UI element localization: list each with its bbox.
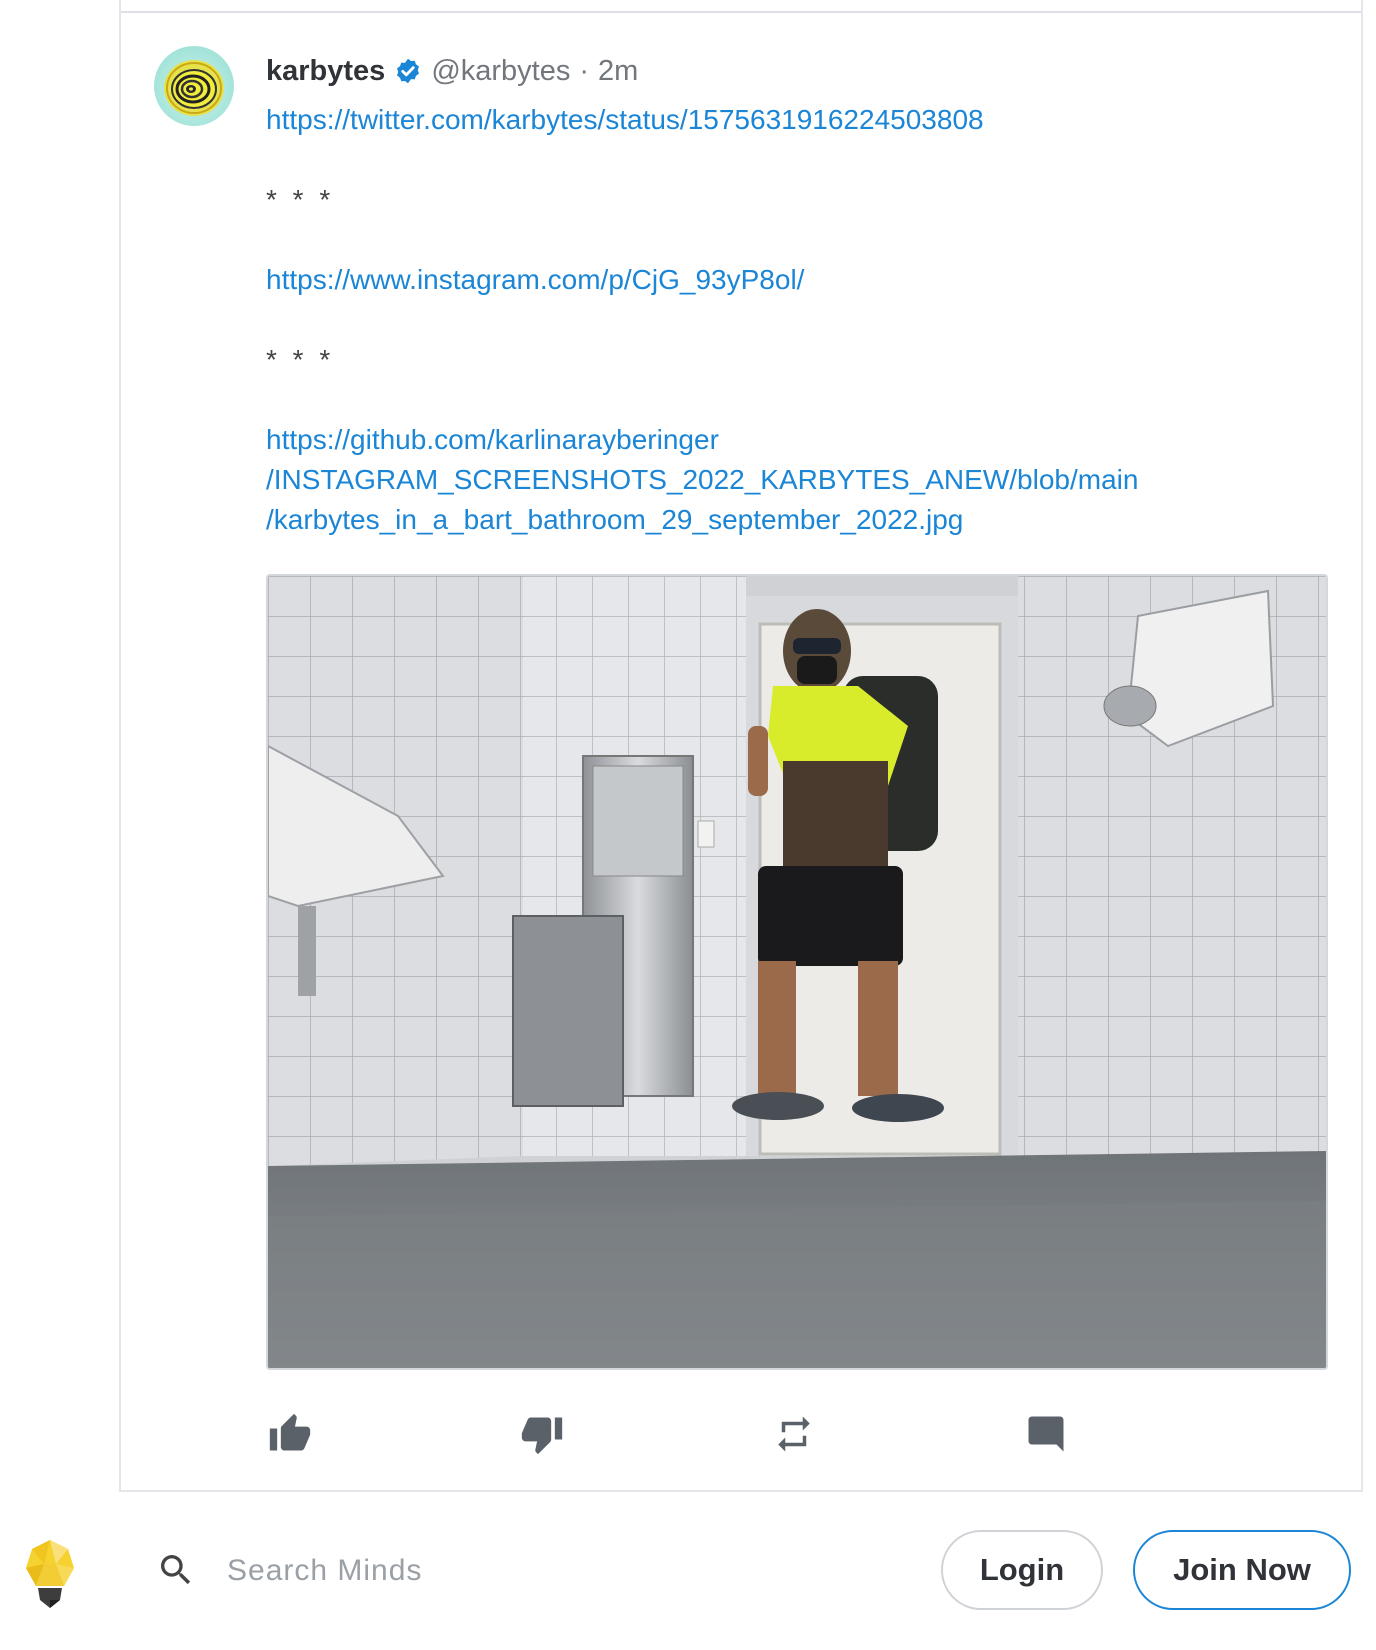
search-icon[interactable] xyxy=(156,1550,196,1595)
post-timestamp[interactable]: 2m xyxy=(598,55,638,88)
post-actions xyxy=(266,1410,1106,1458)
avatar-spiral-image xyxy=(164,60,224,116)
author-avatar[interactable] xyxy=(154,46,234,126)
right-sidebar-edge xyxy=(1361,0,1376,1650)
post-image[interactable] xyxy=(266,574,1328,1370)
remind-button[interactable] xyxy=(770,1410,818,1458)
post-meta: karbytes @karbytes · 2m xyxy=(266,51,638,91)
author-name[interactable]: karbytes xyxy=(266,55,385,88)
comment-button[interactable] xyxy=(1022,1410,1070,1458)
dislike-button[interactable] xyxy=(518,1410,566,1458)
link-twitter-status[interactable]: https://twitter.com/karbytes/status/1575… xyxy=(266,100,1226,140)
post-body: https://twitter.com/karbytes/status/1575… xyxy=(266,100,1226,540)
link-github-line-2[interactable]: /INSTAGRAM_SCREENSHOTS_2022_KARBYTES_ANE… xyxy=(266,460,1226,500)
repeat-icon xyxy=(778,1416,810,1452)
link-github-line-3[interactable]: /karbytes_in_a_bart_bathroom_29_septembe… xyxy=(266,500,1226,540)
author-handle[interactable]: @karbytes xyxy=(431,55,570,88)
bathroom-photo xyxy=(268,576,1326,1368)
minds-bulb-logo[interactable] xyxy=(26,1540,74,1615)
like-button[interactable] xyxy=(266,1410,314,1458)
verified-badge-icon xyxy=(397,58,420,84)
link-github-line-1[interactable]: https://github.com/karlinarayberinger xyxy=(266,420,1226,460)
separator-stars: * * * xyxy=(266,344,335,375)
login-button[interactable]: Login xyxy=(941,1530,1103,1610)
meta-separator-dot: · xyxy=(579,54,590,87)
comment-icon xyxy=(1028,1416,1064,1452)
join-now-button[interactable]: Join Now xyxy=(1133,1530,1351,1610)
separator-stars: * * * xyxy=(266,184,335,215)
search-input[interactable] xyxy=(225,1548,849,1594)
post-divider xyxy=(121,11,1361,13)
left-sidebar xyxy=(0,0,121,1650)
link-instagram-post[interactable]: https://www.instagram.com/p/CjG_93yP8ol/ xyxy=(266,260,1226,300)
thumb-down-icon xyxy=(521,1417,563,1455)
thumb-up-icon xyxy=(269,1413,311,1451)
